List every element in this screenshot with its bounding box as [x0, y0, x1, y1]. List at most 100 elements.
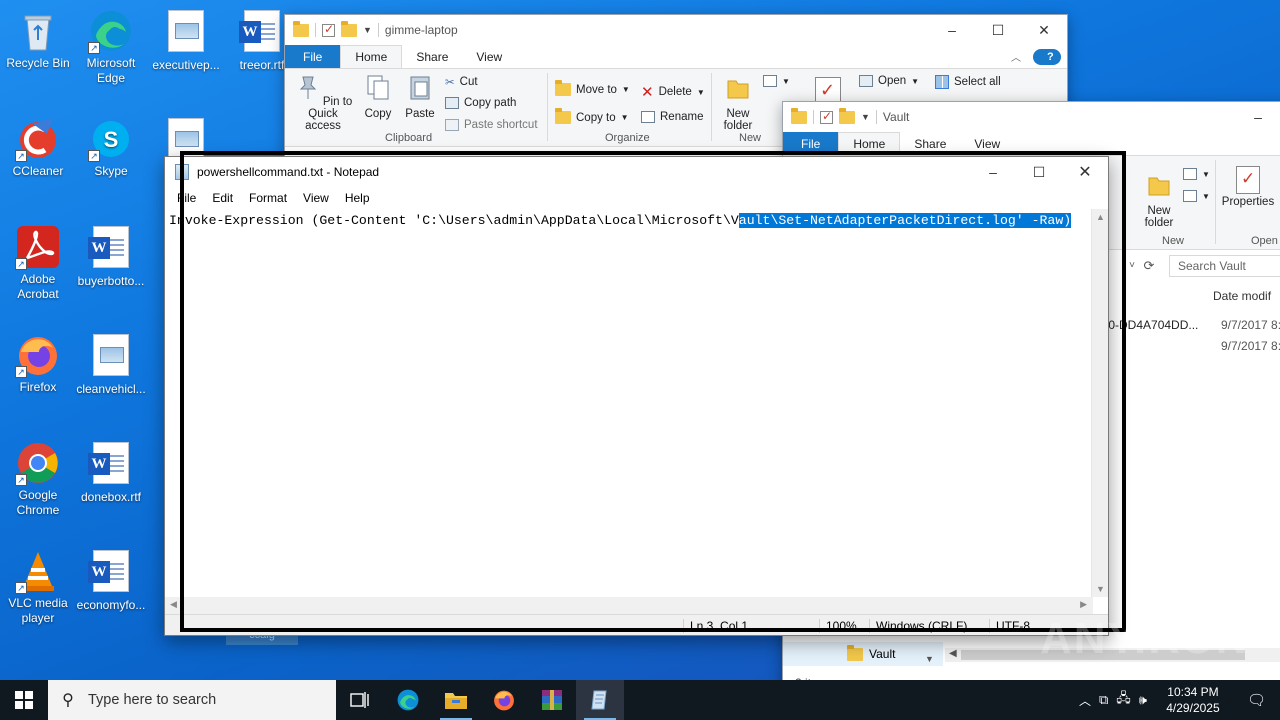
paste-button[interactable]: Paste [401, 73, 439, 120]
task-view-button[interactable] [336, 680, 384, 720]
desktop-icon-google-chrome[interactable]: ↗ Google Chrome [0, 440, 76, 518]
chevron-down-icon[interactable]: ▼ [861, 112, 870, 122]
new-item-button[interactable]: ▼ [763, 75, 790, 87]
explorer-titlebar[interactable]: ▼ Vault – [783, 102, 1280, 132]
open-button[interactable]: Open ▼ [859, 75, 919, 87]
cut-button[interactable]: ✂ Cut [445, 75, 478, 89]
text-editor[interactable]: Invoke-Expression (Get-Content 'C:\Users… [165, 209, 1092, 597]
taskbar-edge[interactable] [384, 680, 432, 720]
new-folder-icon[interactable] [341, 20, 357, 37]
minimize-button[interactable]: – [1235, 102, 1280, 132]
menu-view[interactable]: View [295, 191, 337, 205]
select-all-button[interactable]: Select all [935, 75, 1001, 89]
notepad-window[interactable]: powershellcommand.txt - Notepad – ☐ ✕ Fi… [164, 156, 1109, 636]
column-header-date[interactable]: Date modif [1213, 289, 1271, 303]
desktop-icon-vlc[interactable]: ↗ VLC media player [0, 548, 76, 626]
start-button[interactable] [0, 680, 48, 720]
network-device-icon[interactable]: ⧉ [1099, 692, 1108, 708]
collapse-ribbon-icon[interactable]: ︿ [1005, 45, 1027, 68]
tab-share[interactable]: Share [402, 45, 462, 68]
search-vault-input[interactable]: Search Vault [1169, 255, 1280, 277]
copy-to-button[interactable]: Copy to ▼ [555, 108, 629, 124]
tab-share[interactable]: Share [900, 132, 960, 155]
delete-button[interactable]: ✕ Delete ▼ [641, 83, 705, 101]
menu-edit[interactable]: Edit [204, 191, 241, 205]
chevron-up-icon[interactable]: ︿ [1079, 692, 1091, 709]
close-button[interactable]: ✕ [1021, 15, 1067, 45]
rename-button[interactable]: Rename [641, 111, 703, 123]
new-item-icon [1183, 168, 1197, 180]
menu-file[interactable]: File [169, 191, 204, 205]
tab-view[interactable]: View [462, 45, 516, 68]
desktop-icon-firefox[interactable]: ↗ Firefox [0, 332, 76, 395]
minimize-button[interactable]: – [929, 15, 975, 45]
scroll-down-icon[interactable]: ▼ [1092, 584, 1108, 594]
paste-icon [410, 76, 430, 100]
taskbar-winrar[interactable] [528, 680, 576, 720]
desktop-icon-label: Skype [94, 164, 128, 178]
clock[interactable]: 10:34 PM 4/29/2025 [1155, 684, 1231, 716]
new-folder-button[interactable]: New folder [1137, 170, 1181, 229]
copy-path-button[interactable]: Copy path [445, 97, 516, 109]
minimize-button[interactable]: – [970, 157, 1016, 187]
tab-home[interactable]: Home [340, 45, 403, 68]
desktop-icon-ccleaner[interactable]: ↗ CCleaner [0, 116, 76, 179]
desktop-icon-microsoft-edge[interactable]: ↗ Microsoft Edge [73, 8, 149, 86]
scroll-right-icon[interactable]: ▶ [1080, 599, 1087, 610]
maximize-button[interactable]: ☐ [975, 15, 1021, 45]
organize-group-label: Organize [605, 132, 650, 144]
desktop-icon-recycle-bin[interactable]: Recycle Bin [0, 8, 76, 71]
volume-icon[interactable]: 🕪 [1139, 692, 1147, 708]
tab-view[interactable]: View [960, 132, 1014, 155]
system-tray: ︿ ⧉ 🖧 🕪 10:34 PM 4/29/2025 🗨 [1079, 684, 1280, 716]
tab-file[interactable]: File [783, 132, 839, 155]
desktop-icon-skype[interactable]: S ↗ Skype [73, 116, 149, 179]
help-icon[interactable]: ? [1027, 45, 1067, 68]
chevron-down-icon[interactable]: ▼ [363, 25, 372, 35]
pin-quick-access-button[interactable]: Pin to Quick access [291, 73, 355, 132]
new-folder-button[interactable]: New folder [715, 73, 761, 132]
notifications-icon[interactable]: 🗨 [1239, 691, 1274, 709]
new-folder-icon[interactable] [839, 107, 855, 124]
scroll-left-icon[interactable]: ◀ [949, 648, 957, 659]
file-date: 9/7/2017 8:0 [1221, 339, 1280, 353]
chevron-down-icon[interactable]: ▼ [925, 654, 934, 664]
scroll-left-icon[interactable]: ◀ [170, 599, 177, 610]
divider [813, 110, 814, 124]
new-folder-icon [1148, 177, 1170, 196]
properties-icon[interactable] [820, 109, 833, 124]
move-to-button[interactable]: Move to ▼ [555, 80, 630, 96]
notepad-titlebar[interactable]: powershellcommand.txt - Notepad – ☐ ✕ [165, 157, 1108, 187]
refresh-icon[interactable]: ⟳ [1139, 256, 1159, 276]
desktop-icon-adobe-acrobat[interactable]: ↗ Adobe Acrobat [0, 224, 76, 302]
scroll-up-icon[interactable]: ▲ [1092, 212, 1108, 222]
vertical-scrollbar[interactable]: ▲ ▼ [1091, 209, 1108, 597]
horizontal-scrollbar[interactable]: ◀ ▶ [165, 597, 1093, 614]
taskbar-firefox[interactable] [480, 680, 528, 720]
open-group-label: Open [1251, 235, 1278, 247]
easy-access-button[interactable]: ▼ [1183, 190, 1210, 202]
maximize-button[interactable]: ☐ [1016, 157, 1062, 187]
menu-format[interactable]: Format [241, 191, 295, 205]
divider [547, 73, 548, 141]
paste-shortcut-button[interactable]: Paste shortcut [445, 119, 538, 131]
menu-help[interactable]: Help [337, 191, 378, 205]
explorer-titlebar[interactable]: ▼ gimme-laptop – ☐ ✕ [285, 15, 1067, 45]
network-icon[interactable]: 🖧 [1116, 689, 1131, 711]
status-position: Ln 3, Col 1 [683, 619, 748, 633]
clock-time: 10:34 PM [1167, 685, 1219, 699]
desktop-icon-executivep[interactable]: executivep... [148, 8, 224, 73]
taskbar-search-box[interactable]: ⚲ Type here to search [48, 680, 336, 720]
edge-icon [397, 689, 419, 711]
properties-button[interactable]: ✓ Properties [1219, 166, 1277, 208]
new-item-button[interactable]: ▼ [1183, 168, 1210, 180]
close-button[interactable]: ✕ [1062, 157, 1108, 187]
tab-home[interactable]: Home [838, 132, 901, 155]
taskbar-notepad[interactable] [576, 680, 624, 720]
copy-button[interactable]: Copy [357, 73, 399, 120]
nav-item-vault[interactable]: Vault [783, 642, 943, 666]
taskbar-file-explorer[interactable] [432, 680, 480, 720]
properties-icon[interactable] [322, 22, 335, 37]
file-name[interactable]: 380-DD4A704DD... [1095, 318, 1198, 332]
tab-file[interactable]: File [285, 45, 341, 68]
